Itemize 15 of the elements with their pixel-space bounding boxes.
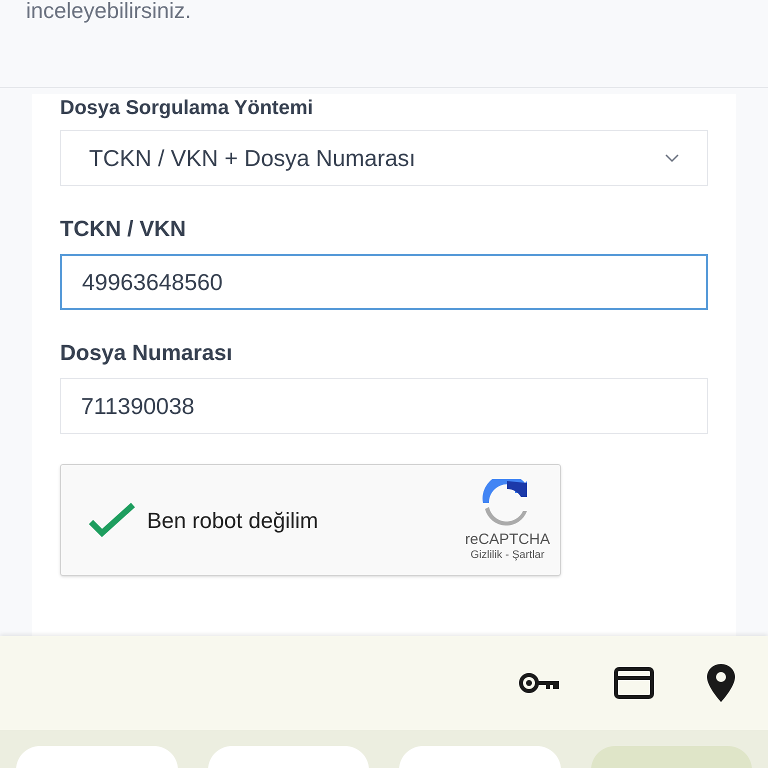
method-select[interactable]: TCKN / VKN + Dosya Numarası xyxy=(60,130,708,186)
credit-card-icon[interactable] xyxy=(614,667,654,699)
field-label: Dosya Numarası xyxy=(60,340,234,366)
captcha-links[interactable]: Gizlilik - Şartlar xyxy=(470,548,544,562)
chevron-down-icon xyxy=(665,154,679,162)
input-field[interactable]: 711390038 xyxy=(60,378,708,434)
input-field[interactable]: 49963648560 xyxy=(60,254,708,310)
key-icon[interactable] xyxy=(518,671,562,695)
field-label: Dosya Sorgulama Yöntemi xyxy=(60,96,314,120)
captcha-label: Ben robot değilim xyxy=(147,506,320,535)
intro-text: inceleyebilirsiniz. xyxy=(26,0,192,22)
captcha-checkbox[interactable] xyxy=(87,500,137,540)
map-pin-icon[interactable] xyxy=(706,663,736,703)
field-label: TCKN / VKN xyxy=(60,216,187,242)
captcha-brand: reCAPTCHA xyxy=(464,530,550,548)
